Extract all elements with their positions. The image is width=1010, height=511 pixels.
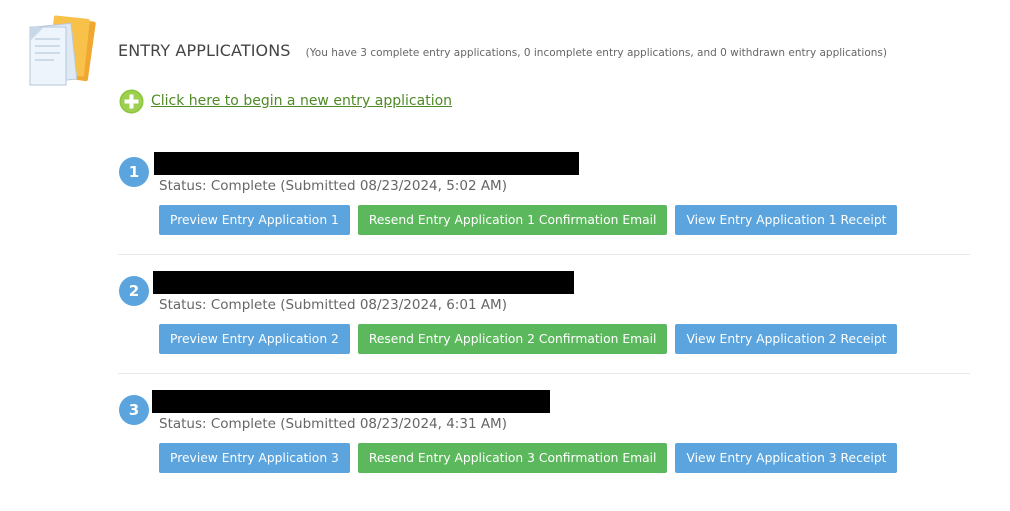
preview-entry-button[interactable]: Preview Entry Application 3 xyxy=(159,443,350,473)
view-receipt-button[interactable]: View Entry Application 3 Receipt xyxy=(675,443,898,473)
page-header: ENTRY APPLICATIONS (You have 3 complete … xyxy=(118,41,887,60)
resend-confirmation-button[interactable]: Resend Entry Application 1 Confirmation … xyxy=(357,205,668,235)
entry-application-3: 3 Status: Complete (Submitted 08/23/2024… xyxy=(118,390,970,495)
documents-folder-icon xyxy=(29,15,96,86)
page-title: ENTRY APPLICATIONS xyxy=(118,41,291,60)
entry-status: Status: Complete (Submitted 08/23/2024, … xyxy=(159,416,507,432)
plus-circle-icon[interactable] xyxy=(119,89,144,114)
entry-applications-page: ENTRY APPLICATIONS (You have 3 complete … xyxy=(0,0,1010,511)
entry-actions: Preview Entry Application 2 Resend Entry… xyxy=(159,324,905,354)
entry-number-badge: 2 xyxy=(119,276,149,306)
redacted-title xyxy=(153,271,574,294)
entry-divider xyxy=(118,254,970,255)
resend-confirmation-button[interactable]: Resend Entry Application 3 Confirmation … xyxy=(357,443,668,473)
preview-entry-button[interactable]: Preview Entry Application 1 xyxy=(159,205,350,235)
entry-number-badge: 1 xyxy=(119,157,149,187)
entry-number-badge: 3 xyxy=(119,395,149,425)
entry-actions: Preview Entry Application 3 Resend Entry… xyxy=(159,443,905,473)
applications-summary: (You have 3 complete entry applications,… xyxy=(305,47,887,59)
entry-divider xyxy=(118,373,970,374)
redacted-title xyxy=(152,390,550,413)
entry-application-2: 2 Status: Complete (Submitted 08/23/2024… xyxy=(118,271,970,376)
entry-status: Status: Complete (Submitted 08/23/2024, … xyxy=(159,178,507,194)
view-receipt-button[interactable]: View Entry Application 2 Receipt xyxy=(675,324,898,354)
view-receipt-button[interactable]: View Entry Application 1 Receipt xyxy=(675,205,898,235)
entry-actions: Preview Entry Application 1 Resend Entry… xyxy=(159,205,905,235)
preview-entry-button[interactable]: Preview Entry Application 2 xyxy=(159,324,350,354)
resend-confirmation-button[interactable]: Resend Entry Application 2 Confirmation … xyxy=(357,324,668,354)
entry-application-1: 1 Status: Complete (Submitted 08/23/2024… xyxy=(118,152,970,257)
redacted-title xyxy=(154,152,579,175)
entry-status: Status: Complete (Submitted 08/23/2024, … xyxy=(159,297,507,313)
new-application-row[interactable]: Click here to begin a new entry applicat… xyxy=(119,88,452,114)
begin-new-application-link[interactable]: Click here to begin a new entry applicat… xyxy=(151,93,452,109)
